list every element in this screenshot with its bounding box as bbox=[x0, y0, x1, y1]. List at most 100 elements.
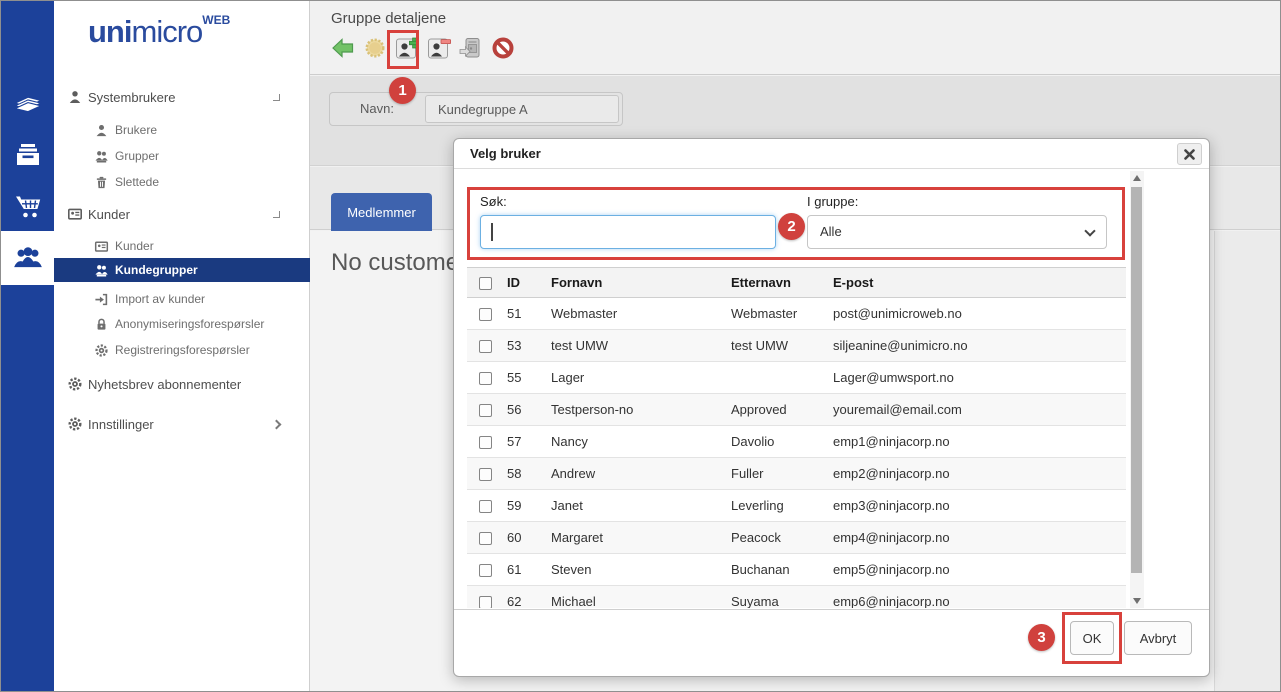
user-table: ID Fornavn Etternavn E-post 51WebmasterW… bbox=[467, 267, 1126, 608]
dialog-title: Velg bruker bbox=[470, 139, 541, 169]
sidebar-item-kundegrupper[interactable]: Kundegrupper bbox=[54, 258, 310, 282]
sidebar-item-brukere[interactable]: Brukere bbox=[54, 118, 310, 142]
user-icon bbox=[94, 123, 109, 138]
sidebar-item-label: Import av kunder bbox=[115, 292, 205, 306]
row-checkbox[interactable] bbox=[479, 436, 492, 449]
column-header-fornavn: Fornavn bbox=[551, 268, 731, 298]
cancel-button[interactable]: Avbryt bbox=[1124, 621, 1192, 655]
close-button[interactable] bbox=[1177, 143, 1202, 165]
tab-medlemmer[interactable]: Medlemmer bbox=[331, 193, 432, 231]
card-icon bbox=[67, 206, 83, 222]
sidebar-item-label: Registreringsforespørsler bbox=[115, 343, 250, 357]
badge-button[interactable] bbox=[362, 35, 388, 61]
table-row[interactable]: 58AndrewFulleremp2@ninjacorp.no bbox=[467, 458, 1126, 490]
row-checkbox[interactable] bbox=[479, 372, 492, 385]
table-row[interactable]: 60MargaretPeacockemp4@ninjacorp.no bbox=[467, 522, 1126, 554]
block-button[interactable] bbox=[490, 35, 516, 61]
content-right-margin bbox=[1215, 231, 1280, 691]
annotation-step-2: 2 bbox=[778, 213, 805, 240]
logo-part-micro: micro bbox=[132, 14, 203, 49]
row-checkbox[interactable] bbox=[479, 596, 492, 608]
lock-icon bbox=[94, 317, 109, 332]
sidebar-item-kunder[interactable]: Kunder bbox=[54, 202, 310, 226]
application-window: unimicroWEB Systembrukere Brukere Gruppe… bbox=[0, 0, 1281, 692]
table-row[interactable]: 51WebmasterWebmasterpost@unimicroweb.no bbox=[467, 298, 1126, 330]
sidebar-item-nyhetsbrev[interactable]: Nyhetsbrev abonnementer bbox=[54, 372, 310, 396]
sidebar-item-label: Kundegrupper bbox=[115, 263, 198, 277]
name-field-value[interactable]: Kundegruppe A bbox=[425, 95, 619, 123]
documents-icon bbox=[12, 85, 44, 117]
annotation-step-3: 3 bbox=[1028, 624, 1055, 651]
rail-item-archive[interactable] bbox=[1, 128, 54, 180]
table-row[interactable]: 57NancyDavolioemp1@ninjacorp.no bbox=[467, 426, 1126, 458]
annotation-step-1: 1 bbox=[389, 77, 416, 104]
column-header-etternavn: Etternavn bbox=[731, 268, 833, 298]
scroll-down-icon[interactable] bbox=[1133, 598, 1141, 604]
row-checkbox[interactable] bbox=[479, 500, 492, 513]
add-user-button[interactable] bbox=[394, 35, 420, 61]
gear-icon bbox=[67, 376, 83, 392]
sidebar: unimicroWEB Systembrukere Brukere Gruppe… bbox=[54, 1, 310, 692]
sidebar-item-systembrukere[interactable]: Systembrukere bbox=[54, 85, 310, 109]
search-input[interactable] bbox=[480, 215, 776, 249]
sidebar-item-label: Kunder bbox=[88, 207, 130, 222]
search-label: Søk: bbox=[480, 194, 507, 209]
rail-item-people[interactable] bbox=[1, 231, 54, 285]
dialog-footer: 3 OK Avbryt bbox=[454, 609, 1209, 677]
row-checkbox[interactable] bbox=[479, 340, 492, 353]
row-checkbox[interactable] bbox=[479, 564, 492, 577]
people-icon bbox=[12, 242, 44, 274]
collapse-indicator-icon bbox=[273, 211, 280, 218]
scroll-up-icon[interactable] bbox=[1133, 175, 1141, 181]
back-button[interactable] bbox=[330, 35, 356, 61]
select-value: Alle bbox=[820, 216, 842, 248]
table-row[interactable]: 61StevenBuchananemp5@ninjacorp.no bbox=[467, 554, 1126, 586]
add-user-icon bbox=[395, 36, 419, 60]
sidebar-item-kunder-sub[interactable]: Kunder bbox=[54, 234, 310, 258]
sidebar-item-label: Slettede bbox=[115, 175, 159, 189]
text-caret bbox=[491, 223, 493, 241]
scrollbar-thumb[interactable] bbox=[1131, 187, 1142, 573]
group-filter-select[interactable]: Alle bbox=[807, 215, 1107, 249]
toolbar bbox=[330, 35, 516, 61]
table-row[interactable]: 53test UMWtest UMWsiljeanine@unimicro.no bbox=[467, 330, 1126, 362]
sidebar-item-registreringsforesporsler[interactable]: Registreringsforespørsler bbox=[54, 338, 310, 362]
sidebar-item-label: Grupper bbox=[115, 149, 159, 163]
group-filter-label: I gruppe: bbox=[807, 194, 858, 209]
row-checkbox[interactable] bbox=[479, 468, 492, 481]
rail-item-documents[interactable] bbox=[1, 75, 54, 127]
icon-rail bbox=[1, 1, 54, 692]
sidebar-item-slettede[interactable]: Slettede bbox=[54, 170, 310, 194]
table-row[interactable]: 59JanetLeverlingemp3@ninjacorp.no bbox=[467, 490, 1126, 522]
sidebar-item-innstillinger[interactable]: Innstillinger bbox=[54, 412, 310, 436]
app-logo[interactable]: unimicroWEB bbox=[88, 13, 230, 50]
archive-icon bbox=[13, 139, 43, 169]
gear-icon bbox=[67, 416, 83, 432]
export-button[interactable] bbox=[458, 35, 484, 61]
collapse-indicator-icon bbox=[273, 94, 280, 101]
name-field-group: Navn: Kundegruppe A bbox=[329, 92, 623, 126]
table-row[interactable]: 56Testperson-noApprovedyouremail@email.c… bbox=[467, 394, 1126, 426]
rail-item-cart[interactable] bbox=[1, 181, 54, 233]
export-icon bbox=[459, 36, 483, 60]
sidebar-item-anonymiseringsforesporsler[interactable]: Anonymiseringsforespørsler bbox=[54, 312, 310, 336]
sidebar-item-grupper[interactable]: Grupper bbox=[54, 144, 310, 168]
column-header-epost: E-post bbox=[833, 268, 1126, 298]
table-row[interactable]: 62MichaelSuyamaemp6@ninjacorp.no bbox=[467, 586, 1126, 609]
sidebar-item-label: Innstillinger bbox=[88, 417, 154, 432]
logo-part-web: WEB bbox=[202, 13, 230, 27]
page-title: Gruppe detaljene bbox=[331, 10, 446, 27]
row-checkbox[interactable] bbox=[479, 308, 492, 321]
users-icon bbox=[94, 149, 109, 164]
chevron-right-icon bbox=[272, 419, 282, 429]
empty-state-text: No customer bbox=[331, 249, 467, 277]
row-checkbox[interactable] bbox=[479, 404, 492, 417]
column-header-id: ID bbox=[507, 268, 551, 298]
remove-user-button[interactable] bbox=[426, 35, 452, 61]
sidebar-item-label: Nyhetsbrev abonnementer bbox=[88, 377, 241, 392]
sidebar-item-import-av-kunder[interactable]: Import av kunder bbox=[54, 287, 310, 311]
row-checkbox[interactable] bbox=[479, 532, 492, 545]
table-row[interactable]: 55LagerLager@umwsport.no bbox=[467, 362, 1126, 394]
ok-button[interactable]: OK bbox=[1070, 621, 1114, 655]
select-all-checkbox[interactable] bbox=[479, 277, 492, 290]
